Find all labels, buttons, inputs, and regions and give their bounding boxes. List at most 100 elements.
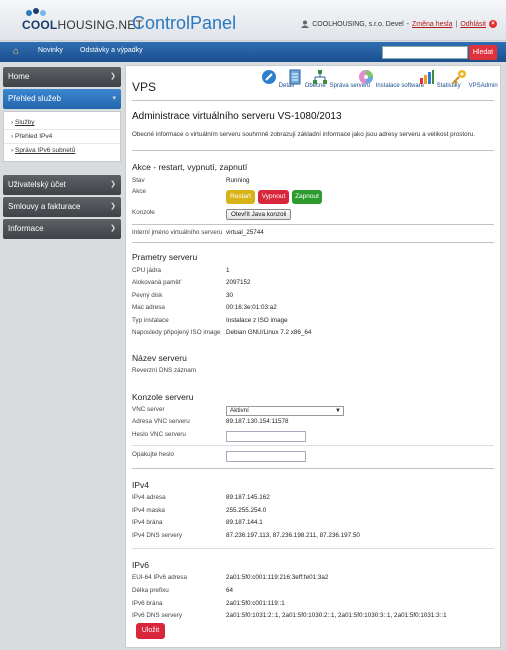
section-title-server-name: Název serveru (132, 353, 187, 363)
header: COOLHOUSING.NET ControlPanel COOLHOUSING… (0, 0, 506, 41)
ipv6-value: 2a01:5f0:1031:2::1, 2a01:5f0:1030:2::1, … (226, 612, 447, 619)
sidebar-item-label: Přehled služeb (8, 94, 61, 103)
toolbar: Detail Obecné Správa serveru Instalace s… (261, 69, 501, 99)
tool-software-install[interactable]: Instalace software (358, 69, 424, 89)
reverse-dns-label: Reverzní DNS záznam (132, 367, 197, 374)
vnc-server-select[interactable]: Aktivní ▼ (226, 406, 344, 416)
nav-item-news[interactable]: Novinky (38, 47, 63, 54)
chevron-right-icon: ❯ (110, 203, 116, 210)
submenu-item-ipv6[interactable]: › Správa IPv6 subnetů (4, 143, 120, 157)
ipv4-value: 89.187.145.162 (226, 494, 270, 501)
param-label: CPU jádra (132, 267, 162, 274)
section-title-ipv6: IPv6 (132, 560, 150, 570)
console-label: Konzole (132, 209, 155, 216)
param-value: 1 (226, 267, 230, 274)
server-heading: Administrace virtuálního serveru VS-1080… (132, 111, 342, 122)
param-value: 30 (226, 292, 234, 299)
chevron-down-icon: ▼ (335, 408, 341, 414)
logo-dots-icon (26, 8, 48, 18)
submenu-item-ipv4[interactable]: › Přehled IPv4 (4, 129, 120, 143)
ipv4-label: IPv4 DNS servery (132, 532, 183, 539)
param-value: 00:16:3e:01:03:a2 (226, 304, 277, 311)
restart-button[interactable]: Restart (226, 190, 255, 204)
ipv6-value: 64 (226, 587, 234, 594)
ipv4-value: 89.187.144.1 (226, 519, 263, 526)
vnc-server-label: VNC server (132, 406, 165, 413)
ipv4-value: 87.236.197.113, 87.236.198.211, 87.236.1… (226, 532, 360, 539)
main-panel: VPS Detail Obecné Správa serveru Instala… (125, 65, 501, 648)
param-value: Instalace z ISO image (226, 317, 288, 324)
intro-text: Obecné informace o virtuálním serveru so… (132, 131, 475, 138)
divider (132, 548, 494, 549)
sidebar-item-contracts[interactable]: Smlouvy a fakturace ❯ (3, 197, 121, 217)
param-label: Alokovaná paměť (132, 279, 182, 286)
start-button[interactable]: Zapnout (292, 190, 322, 204)
search-input[interactable] (382, 46, 468, 59)
change-password-link[interactable]: Změna hesla (412, 21, 452, 28)
nav-item-outages[interactable]: Odstávky a výpadky (80, 47, 143, 54)
coolhousing-logo[interactable]: COOLHOUSING.NET (22, 8, 143, 34)
detail-icon (262, 70, 276, 84)
logout-icon[interactable]: × (489, 20, 497, 28)
section-title-ipv4: IPv4 (132, 480, 150, 490)
param-value: Debian GNU/Linux 7.2 x86_64 (226, 329, 312, 336)
chevron-down-icon: ▾ (112, 95, 116, 102)
vnc-password-input[interactable] (226, 431, 306, 442)
sidebar-item-services[interactable]: Přehled služeb ▾ (3, 89, 121, 109)
internal-name-label: Interní jméno virtuálního serveru (132, 229, 223, 236)
tool-vpsadmin[interactable]: VPSAdmin (451, 69, 498, 89)
software-disc-icon (359, 70, 373, 84)
ipv6-value: 2a01:5f0:c001:119::1 (226, 600, 285, 607)
sidebar-item-label: Smlouvy a fakturace (8, 202, 81, 211)
sidebar-item-account[interactable]: Uživatelský účet ❯ (3, 175, 121, 195)
app-title: ControlPanel (132, 13, 237, 33)
search-button[interactable]: Hledat (469, 45, 497, 60)
user-box: COOLHOUSING, s.r.o. Devel - Změna hesla … (301, 20, 497, 28)
param-label: Pevný disk (132, 292, 163, 299)
bar-chart-icon (420, 70, 434, 84)
divider (132, 150, 494, 151)
home-icon[interactable]: ⌂ (10, 46, 22, 58)
section-title-console: Konzole serveru (132, 392, 194, 402)
top-navbar: ⌂ Novinky Odstávky a výpadky Hledat (0, 42, 506, 62)
open-java-console-button[interactable]: Otevřít Java konzoli (226, 209, 292, 220)
chevron-right-icon: ❯ (110, 225, 116, 232)
param-label: Naposledy připojený ISO image (132, 329, 221, 336)
internal-name-value: virtual_25744 (226, 229, 264, 236)
network-icon (313, 70, 327, 84)
repeat-password-input[interactable] (226, 451, 306, 462)
ipv6-label: IPv6 brána (132, 600, 163, 607)
ipv4-value: 255.255.254.0 (226, 507, 267, 514)
divider (132, 242, 494, 243)
sidebar-item-info[interactable]: Informace ❯ (3, 219, 121, 239)
ipv6-label: EUI-64 IPv6 adresa (132, 574, 187, 581)
logout-link[interactable]: Odhlásit (460, 21, 486, 28)
submenu-item-services[interactable]: › Služby (4, 116, 120, 129)
state-value: Running (226, 177, 250, 184)
key-icon (452, 70, 466, 84)
stop-button[interactable]: Vypnout (258, 190, 289, 204)
vnc-password-label: Heslo VNC serveru (132, 431, 186, 438)
vnc-address-value: 89.187.130.154:11578 (226, 418, 289, 425)
save-button[interactable]: Uložit (136, 623, 165, 639)
sidebar-item-label: Informace (8, 224, 44, 233)
logo-rest-text: HOUSING.NET (57, 18, 144, 32)
services-submenu: › Služby › Přehled IPv4 › Správa IPv6 su… (3, 111, 121, 162)
chevron-right-icon: ❯ (110, 73, 116, 80)
divider (132, 224, 494, 225)
ipv6-value: 2a01:5f0:c001:119:216:3eff:fe01:3a2 (226, 574, 329, 581)
ipv4-label: IPv4 brána (132, 519, 163, 526)
action-label: Akce (132, 188, 146, 195)
sidebar-item-home[interactable]: Home ❯ (3, 67, 121, 87)
chevron-right-icon: ❯ (110, 181, 116, 188)
section-title-params: Prametry serveru (132, 252, 198, 262)
section-title-actions: Akce - restart, vypnutí, zapnutí (132, 162, 248, 172)
ipv6-label: IPv6 DNS servery (132, 612, 183, 619)
sidebar: Home ❯ Přehled služeb ▾ › Služby › Přehl… (3, 67, 121, 241)
vnc-address-label: Adresa VNC serveru (132, 418, 190, 425)
ipv4-label: IPv4 maska (132, 507, 165, 514)
repeat-password-label: Opakujte heslo (132, 451, 175, 458)
param-label: Mac adresa (132, 304, 165, 311)
ipv4-label: IPv4 adresa (132, 494, 166, 501)
divider (132, 445, 494, 446)
